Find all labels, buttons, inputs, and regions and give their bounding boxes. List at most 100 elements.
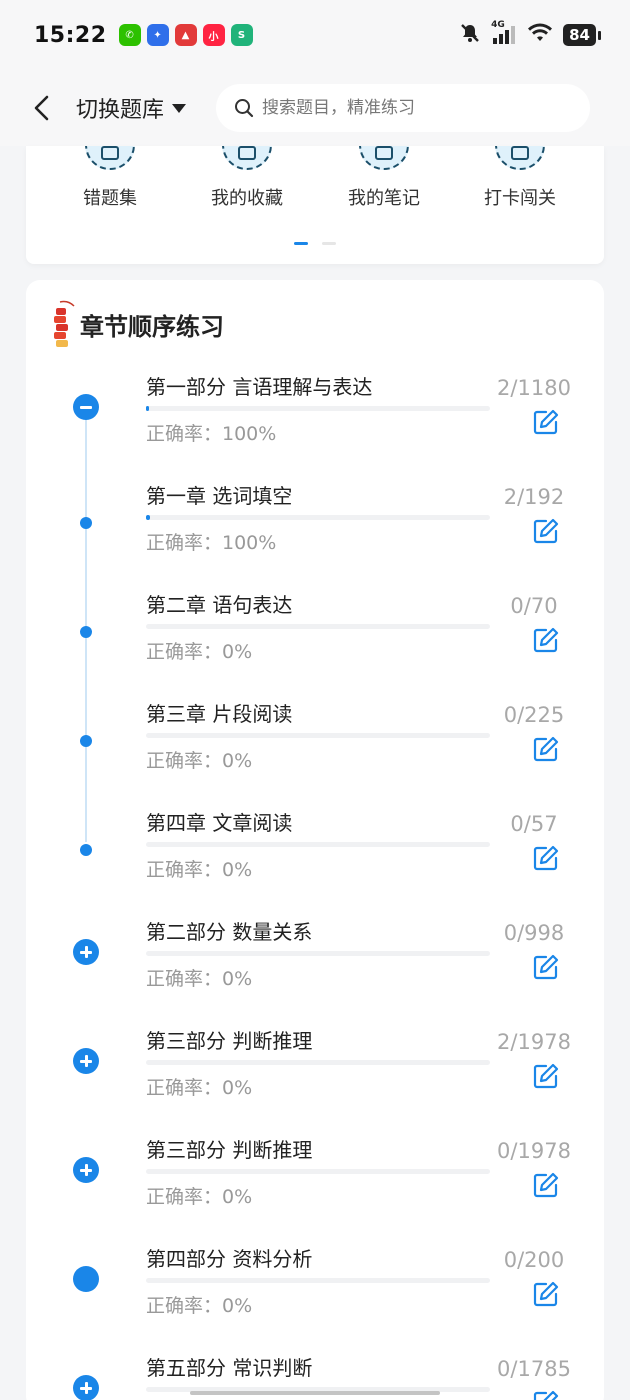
chapter-row[interactable]: 第四部分 资料分析 正确率：0% 0/200 [26,1236,604,1345]
progress-bar [146,515,490,520]
chapter-row[interactable]: 第二章 语句表达 正确率：0% 0/70 [26,582,604,691]
edit-icon [533,736,559,762]
edit-practice-button[interactable] [532,408,560,436]
collapse-icon[interactable] [73,394,99,420]
status-bar: 15:22 ✆ ✦ ▲ 小 S 4G 84 [0,0,630,70]
edit-practice-button[interactable] [532,1171,560,1199]
chapter-title: 第三部分 判断推理 [146,1138,313,1162]
edit-practice-button[interactable] [532,1389,560,1400]
edit-icon [533,1390,559,1400]
progress-bar [146,951,490,956]
search-input[interactable] [262,98,563,118]
progress-bar [146,842,490,847]
home-indicator[interactable] [190,1391,440,1395]
chapter-row[interactable]: 第一部分 言语理解与表达 正确率：100% 2/1180 [26,364,604,473]
progress-bar [146,1060,490,1065]
caret-down-icon [172,103,187,113]
quick-entry-label: 我的笔记 [348,188,420,209]
edit-practice-button[interactable] [532,1062,560,1090]
wechat-icon: ✆ [118,24,141,46]
switch-bank-label: 切换题库 [76,98,165,123]
chapter-title: 第三章 片段阅读 [146,702,293,726]
expand-icon[interactable] [73,1048,99,1074]
question-count: 0/1978 [497,1139,571,1163]
edit-icon [533,1281,559,1307]
accuracy-text: 正确率：0% [146,859,253,881]
back-button[interactable] [22,88,62,128]
question-count: 2/1978 [497,1030,571,1054]
progress-bar [146,733,490,738]
wifi-icon [527,22,553,48]
wrong-questions-icon [85,146,135,170]
search-box[interactable] [216,84,591,132]
top-bar: 切换题库 [0,70,630,146]
chapter-row[interactable]: 第二部分 数量关系 正确率：0% 0/998 [26,909,604,1018]
timeline-dot-icon [80,517,92,529]
page-indicator [294,242,336,245]
progress-fill [146,515,150,520]
accuracy-text: 正确率：0% [146,1077,253,1099]
page-dot [322,242,336,245]
mute-bell-icon [459,22,481,48]
question-count: 0/57 [510,812,558,836]
question-count: 2/192 [503,485,565,509]
timeline-dot-icon [80,626,92,638]
chapter-row[interactable]: 第三部分 判断推理 正确率：0% 0/1978 [26,1127,604,1236]
chapter-title: 第五部分 常识判断 [146,1356,313,1380]
question-count: 0/70 [510,594,558,618]
edit-icon [533,1063,559,1089]
page-dot-active [294,242,308,245]
battery-indicator: 84 [563,24,601,46]
edit-practice-button[interactable] [532,735,560,763]
edit-practice-button[interactable] [532,1280,560,1308]
edit-practice-button[interactable] [532,953,560,981]
edit-practice-button[interactable] [532,844,560,872]
timeline-node-icon[interactable] [73,1266,99,1292]
progress-bar [146,406,490,411]
edit-practice-button[interactable] [532,517,560,545]
chapter-title: 第一章 选词填空 [146,484,293,508]
expand-icon[interactable] [73,1375,99,1400]
accuracy-text: 正确率：0% [146,1186,253,1208]
chapter-row[interactable]: 第四章 文章阅读 正确率：0% 0/57 [26,800,604,909]
edit-practice-button[interactable] [532,626,560,654]
accuracy-text: 正确率：100% [146,423,277,445]
quick-entry-label: 错题集 [83,188,137,209]
progress-bar [146,1169,490,1174]
chapter-row[interactable]: 第三部分 判断推理 正确率：0% 2/1978 [26,1018,604,1127]
chapter-title: 第二章 语句表达 [146,593,293,617]
firecracker-icon [50,300,76,348]
chapter-title: 第四章 文章阅读 [146,811,293,835]
section-title: 章节顺序练习 [80,312,224,341]
timeline-dot-icon [80,735,92,747]
accuracy-text: 正确率：100% [146,532,277,554]
chapter-practice-card: 章节顺序练习 第一部分 言语理解与表达 正确率：100% 2/1180 第一章 选词填… [26,280,604,1400]
status-time: 15:22 [34,22,107,48]
chapter-row[interactable]: 第一章 选词填空 正确率：100% 2/192 [26,473,604,582]
question-count: 0/998 [503,921,565,945]
notes-icon [359,146,409,170]
progress-bar [146,1278,490,1283]
chapter-title: 第三部分 判断推理 [146,1029,313,1053]
accuracy-text: 正确率：0% [146,968,253,990]
edit-icon [533,409,559,435]
quick-entry-label: 我的收藏 [211,188,283,209]
app-green-icon: S [230,24,253,46]
status-right: 4G 84 [459,20,601,48]
edit-icon [533,627,559,653]
search-icon [235,99,254,118]
chapter-row[interactable]: 第三章 片段阅读 正确率：0% 0/225 [26,691,604,800]
edit-icon [533,1172,559,1198]
quick-entry-label: 打卡闯关 [484,188,556,209]
expand-icon[interactable] [73,1157,99,1183]
progress-fill [146,406,149,411]
switch-question-bank-button[interactable]: 切换题库 [76,92,187,124]
edit-icon [533,954,559,980]
expand-icon[interactable] [73,939,99,965]
favorites-icon [222,146,272,170]
app-blue-icon: ✦ [146,24,169,46]
question-count: 0/200 [503,1248,565,1272]
favorites-icon-glyph [238,146,256,160]
app-red-triangle-icon: ▲ [174,24,197,46]
edit-icon [533,518,559,544]
